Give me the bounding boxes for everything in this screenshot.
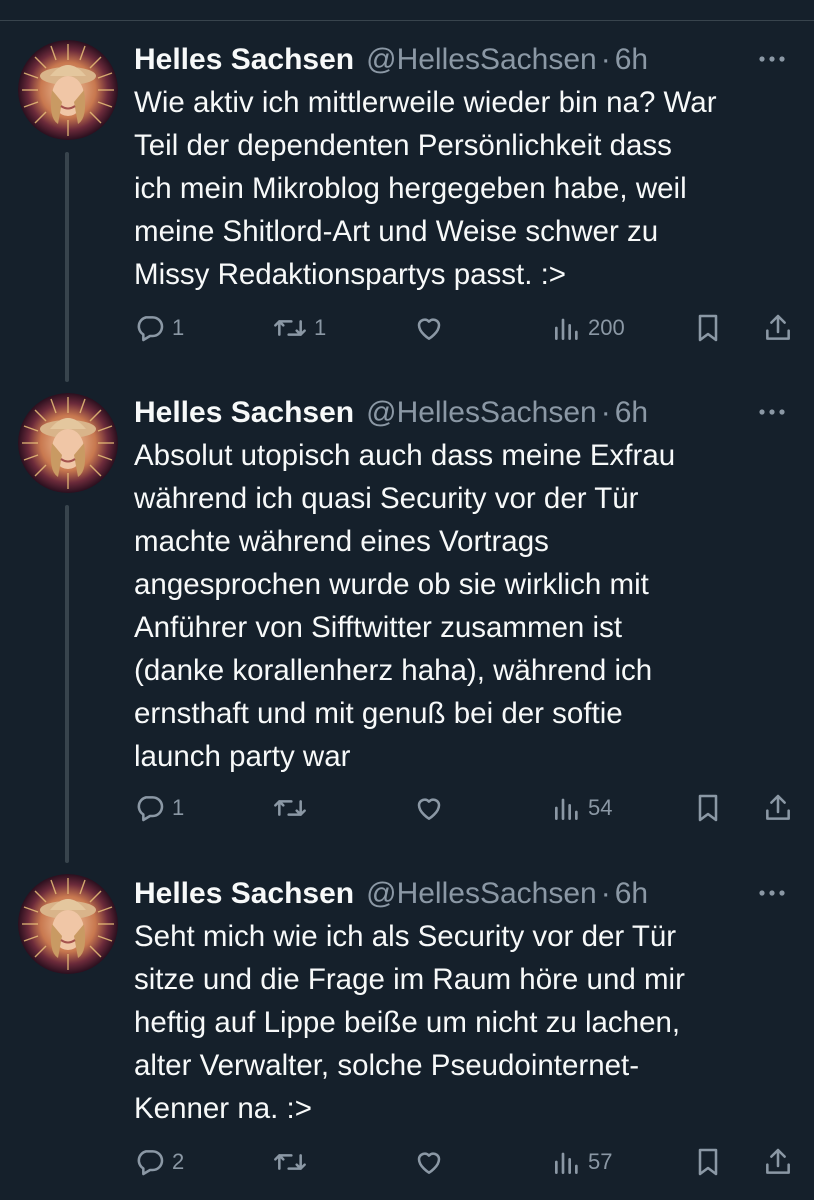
tweet-text-line: Kenner na. :> — [134, 1092, 312, 1125]
tweet-text-line: Absolut utopisch auch dass meine Exfrau — [134, 439, 676, 472]
separator: · — [600, 877, 611, 910]
tweet-text-line: angesprochen wurde ob sie wirklich mit — [134, 568, 649, 601]
tweet-header: Helles Sachsen @HellesSachsen · 6h — [134, 40, 796, 80]
avatar[interactable] — [18, 393, 118, 493]
repost-icon — [274, 1154, 306, 1170]
top-divider — [0, 0, 814, 21]
tweet-text-line: launch party war — [134, 740, 351, 773]
share-icon — [766, 314, 790, 340]
reply-button[interactable]: 1 — [134, 788, 184, 828]
repost-button[interactable] — [272, 1142, 314, 1182]
tweet-text-line: Teil der dependenten Persönlichkeit dass — [134, 129, 672, 162]
avatar[interactable] — [18, 40, 118, 140]
tweet-header: Helles Sachsen @HellesSachsen · 6h — [134, 874, 796, 914]
timestamp[interactable]: 6h — [615, 43, 648, 77]
timestamp[interactable]: 6h — [615, 396, 648, 430]
like-button[interactable] — [412, 308, 452, 348]
action-bar: 1 54 — [0, 788, 814, 828]
bookmark-icon — [698, 314, 718, 342]
more-options-icon[interactable] — [752, 44, 792, 74]
tweet-text: Seht mich wie ich als Security vor der T… — [134, 915, 796, 1130]
views-button[interactable]: 57 — [552, 1142, 612, 1182]
author-name[interactable]: Helles Sachsen — [134, 43, 354, 77]
views-button[interactable]: 200 — [552, 308, 625, 348]
tweet-text-line: ich mein Mikroblog hergegeben habe, weil — [134, 172, 687, 205]
view-count: 200 — [588, 315, 625, 340]
separator: · — [600, 396, 611, 429]
more-options-icon[interactable] — [752, 397, 792, 427]
reply-icon — [137, 1150, 164, 1176]
share-button[interactable] — [762, 308, 794, 348]
tweet-text: Absolut utopisch auch dass meine Exfrau … — [134, 434, 796, 778]
tweet-header: Helles Sachsen @HellesSachsen · 6h — [134, 393, 796, 433]
like-button[interactable] — [412, 1142, 452, 1182]
action-bar: 1 1 200 — [0, 308, 814, 348]
tweet[interactable]: Helles Sachsen @HellesSachsen · 6h Seht … — [0, 874, 814, 1200]
bookmark-icon — [698, 1148, 718, 1176]
tweet-text-line: heftig auf Lippe beiße um nicht zu lache… — [134, 1006, 681, 1039]
tweet-text-line: Seht mich wie ich als Security vor der T… — [134, 920, 677, 953]
repost-button[interactable]: 1 — [272, 308, 326, 348]
reply-count: 1 — [172, 315, 185, 340]
repost-icon — [274, 320, 306, 336]
tweet-text-line: Anführer von Sifftwitter zusammen ist — [134, 611, 623, 644]
tweet-text-line: meine Shitlord-Art und Weise schwer zu — [134, 215, 659, 248]
tweet-text-line: sitze und die Frage im Raum höre und mir — [134, 963, 685, 996]
tweet-text-line: ernsthaft und mit genuß bei der softie — [134, 697, 623, 730]
timestamp[interactable]: 6h — [615, 877, 648, 911]
bookmark-button[interactable] — [694, 308, 722, 348]
view-count: 57 — [588, 1149, 613, 1174]
repost-count: 1 — [314, 315, 327, 340]
tweet[interactable]: Helles Sachsen @HellesSachsen · 6h Wie a… — [0, 40, 814, 400]
views-button[interactable]: 54 — [552, 788, 612, 828]
heart-icon — [417, 798, 441, 820]
author-handle[interactable]: @HellesSachsen — [366, 43, 597, 77]
avatar-image — [18, 40, 118, 140]
views-icon — [555, 1152, 578, 1174]
share-icon — [766, 794, 790, 820]
author-handle[interactable]: @HellesSachsen — [366, 877, 597, 911]
tweet-text-line: Wie aktiv ich mittlerweile wieder bin na… — [134, 86, 717, 119]
tweet-text-line: während ich quasi Security vor der Tür — [134, 482, 639, 515]
author-handle[interactable]: @HellesSachsen — [366, 396, 597, 430]
reply-count: 2 — [172, 1149, 185, 1174]
action-bar: 2 57 — [0, 1142, 814, 1182]
repost-icon — [274, 800, 306, 816]
avatar[interactable] — [18, 874, 118, 974]
reply-icon — [137, 316, 164, 342]
reply-button[interactable]: 1 — [134, 308, 184, 348]
views-icon — [555, 798, 578, 820]
share-icon — [766, 1148, 790, 1174]
view-count: 54 — [588, 795, 613, 820]
author-name[interactable]: Helles Sachsen — [134, 877, 354, 911]
reply-button[interactable]: 2 — [134, 1142, 184, 1182]
heart-icon — [417, 318, 441, 340]
views-icon — [555, 318, 578, 340]
avatar-image — [18, 393, 118, 493]
avatar-image — [18, 874, 118, 974]
share-button[interactable] — [762, 788, 794, 828]
more-options-icon[interactable] — [752, 878, 792, 908]
heart-icon — [417, 1152, 441, 1174]
tweet-text-line: machte während eines Vortrags — [134, 525, 549, 558]
tweet-text-line: alter Verwalter, solche Pseudointernet- — [134, 1049, 640, 1082]
separator: · — [600, 43, 611, 76]
tweet-text-line: (danke korallenherz haha), während ich — [134, 654, 653, 687]
tweet-text-line: Missy Redaktionspartys passt. :> — [134, 258, 567, 291]
bookmark-icon — [698, 794, 718, 822]
bookmark-button[interactable] — [694, 1142, 722, 1182]
tweet-text: Wie aktiv ich mittlerweile wieder bin na… — [134, 81, 796, 296]
reply-icon — [137, 796, 164, 822]
bookmark-button[interactable] — [694, 788, 722, 828]
tweet[interactable]: Helles Sachsen @HellesSachsen · 6h Absol… — [0, 393, 814, 873]
reply-count: 1 — [172, 795, 185, 820]
author-name[interactable]: Helles Sachsen — [134, 396, 354, 430]
like-button[interactable] — [412, 788, 452, 828]
share-button[interactable] — [762, 1142, 794, 1182]
repost-button[interactable] — [272, 788, 314, 828]
